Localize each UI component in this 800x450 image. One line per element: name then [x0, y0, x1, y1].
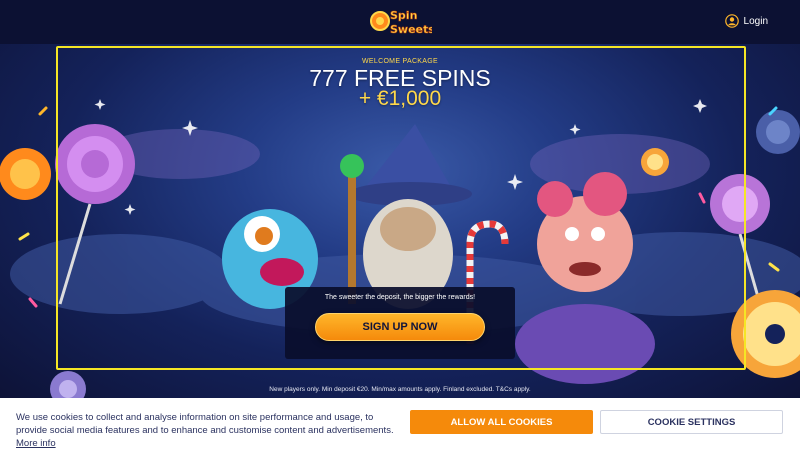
sign-up-button[interactable]: SIGN UP NOW [315, 313, 485, 341]
cookie-message-text: We use cookies to collect and analyse in… [16, 412, 394, 436]
promo-bonus-amount: + €1,000 [358, 87, 442, 110]
orange-candy-left [0, 148, 51, 200]
terms-disclaimer: New players only. Min deposit €20. Min/m… [269, 386, 531, 393]
cookie-banner: We use cookies to collect and analyse in… [0, 398, 800, 450]
logo-text-sweets: Sweets [390, 23, 432, 36]
logo-text-spin: Spin [390, 9, 417, 22]
login-label: Login [743, 15, 768, 27]
cookie-settings-button[interactable]: COOKIE SETTINGS [600, 410, 783, 434]
login-button[interactable]: Login [724, 14, 768, 28]
promo-header: WELCOME PACKAGE 777 FREE SPINS + €1,000 [0, 58, 800, 109]
promo-title: 777 FREE SPINS [309, 65, 491, 91]
promo-tagline: The sweeter the deposit, the bigger the … [324, 294, 476, 301]
spin-sweets-logo[interactable]: Spin Sweets [368, 4, 436, 38]
site-header: Spin Sweets Login [0, 0, 800, 44]
cookie-message: We use cookies to collect and analyse in… [16, 411, 396, 450]
signup-panel: The sweeter the deposit, the bigger the … [285, 287, 515, 359]
welcome-package-label: WELCOME PACKAGE [362, 58, 438, 65]
user-circle-icon [724, 14, 739, 28]
gumball-right [756, 110, 800, 154]
more-info-link[interactable]: More info [16, 438, 56, 449]
allow-all-cookies-button[interactable]: ALLOW ALL COOKIES [410, 410, 593, 434]
